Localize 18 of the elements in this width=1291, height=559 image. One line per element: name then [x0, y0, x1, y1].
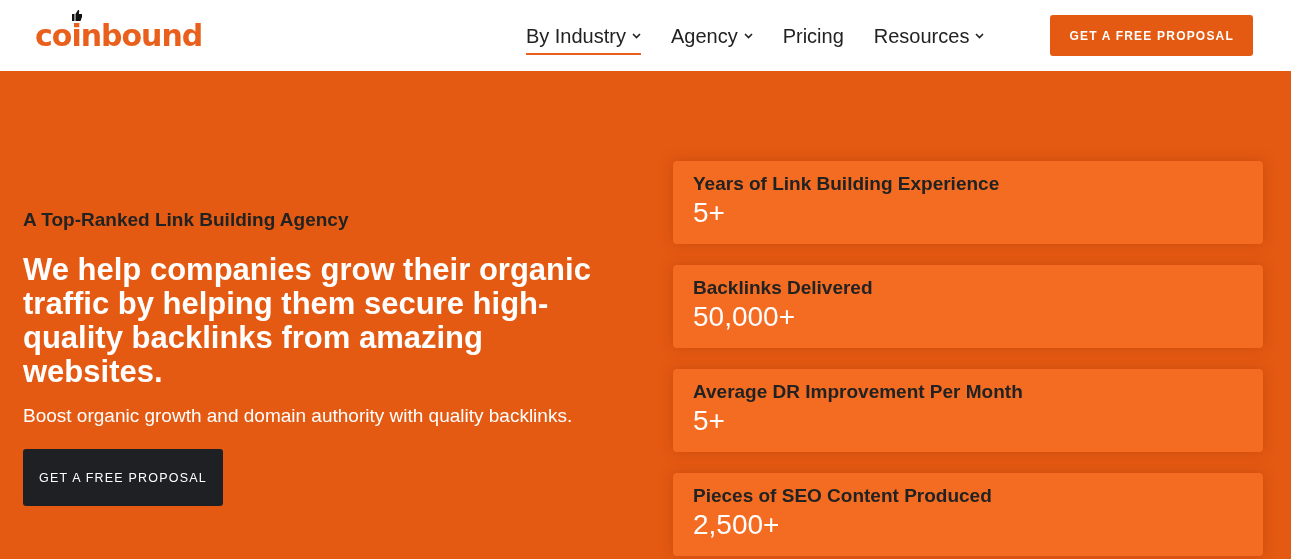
stat-label: Backlinks Delivered	[693, 277, 874, 299]
stat-label: Average DR Improvement Per Month	[693, 381, 1024, 403]
stat-value: 5+	[693, 405, 726, 437]
stat-value: 2,500+	[693, 509, 781, 541]
stat-value: 50,000+	[693, 301, 796, 333]
proposal-button[interactable]: GET A FREE PROPOSAL	[1050, 15, 1253, 56]
stat-label: Years of Link Building Experience	[693, 173, 1001, 195]
proposal-button[interactable]: GET A FREE PROPOSAL	[23, 449, 223, 506]
nav-link[interactable]: Pricing	[782, 16, 844, 55]
stat-value: 5+	[693, 197, 726, 229]
thumbs-up-icon	[72, 10, 82, 21]
headline: We help companies grow their organic traffic by helping them secure high-quality backlinks from amazing websites.	[23, 253, 592, 389]
nav-link[interactable]: Agency	[670, 16, 753, 55]
stat-label: Pieces of SEO Content Produced	[693, 485, 993, 507]
eyebrow-text: A Top-Ranked Link Building Agency	[23, 209, 350, 231]
nav-link[interactable]: By Industry	[525, 16, 641, 55]
subtext: Boost organic growth and domain authority with quality backlinks.	[23, 405, 574, 427]
nav-link[interactable]: Resources	[873, 16, 985, 55]
